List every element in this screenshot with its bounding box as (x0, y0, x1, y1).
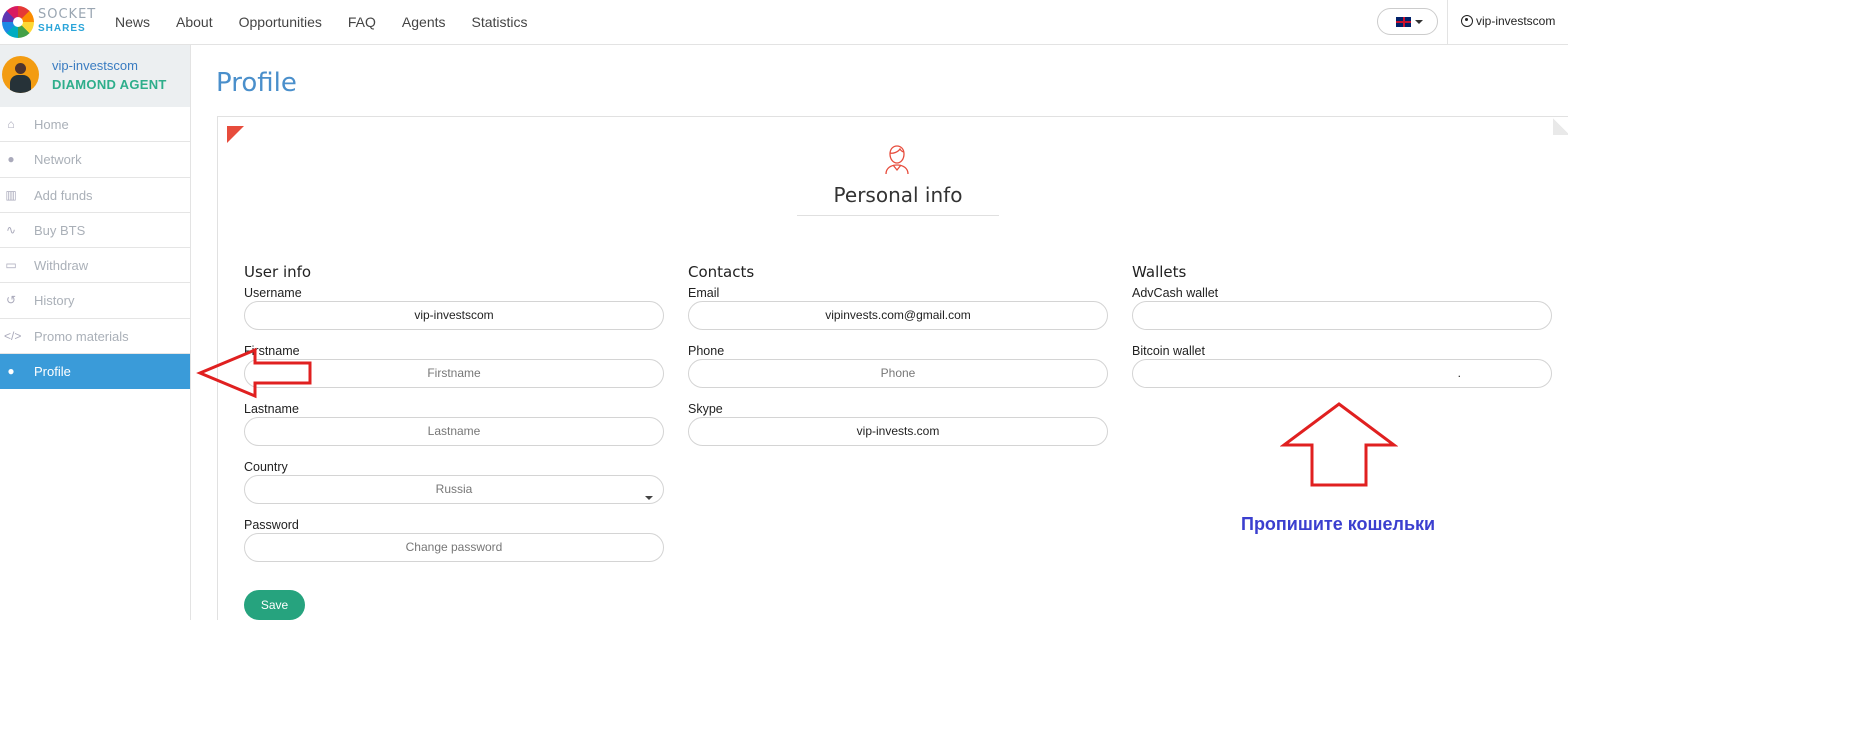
sidebar-item-home[interactable]: ⌂ Home (0, 107, 190, 143)
country-select[interactable]: Russia (244, 475, 664, 504)
user-circle-icon (1461, 15, 1473, 27)
nav-faq[interactable]: FAQ (348, 14, 376, 30)
sidebar-item-label: Buy BTS (34, 222, 86, 238)
up-arrow-annotation (1280, 402, 1398, 487)
sidebar-menu: ⌂ Home ● Network ▥ Add funds ∿ Buy BTS ▭… (0, 107, 190, 390)
users-icon: ● (7, 152, 15, 167)
save-button[interactable]: Save (244, 590, 305, 620)
top-navbar: SOCKET SHARES News About Opportunities F… (0, 0, 1568, 45)
panel-title: Personal info (833, 183, 963, 207)
personal-info-panel: Personal info User info Username vip-inv… (217, 116, 1568, 620)
username-label: Username (244, 286, 302, 300)
sidebar-item-withdraw[interactable]: ▭ Withdraw (0, 248, 190, 284)
credit-card-icon: ▭ (5, 258, 17, 273)
chevron-down-icon (1415, 20, 1423, 24)
advcash-wallet-label: AdvCash wallet (1132, 286, 1219, 300)
contacts-section: Contacts Email vipinvests.com@gmail.com … (688, 263, 1108, 460)
password-input[interactable]: Change password (244, 533, 664, 562)
sidebar-item-label: Add funds (34, 187, 93, 203)
wallet-note: Пропишите кошельки (1241, 514, 1436, 534)
home-icon: ⌂ (7, 117, 15, 131)
main-nav: News About Opportunities FAQ Agents Stat… (115, 14, 554, 30)
language-dropdown[interactable] (1377, 8, 1438, 35)
account-username: vip-investscom (1476, 14, 1556, 28)
nav-news[interactable]: News (115, 14, 150, 30)
email-field[interactable]: vipinvests.com@gmail.com (688, 301, 1108, 330)
bitcoin-wallet-input[interactable]: . (1132, 359, 1552, 388)
avatar (2, 56, 39, 93)
country-label: Country (244, 460, 288, 474)
person-icon (885, 145, 909, 175)
sidebar-item-network[interactable]: ● Network (0, 142, 190, 178)
nav-about[interactable]: About (176, 14, 213, 30)
phone-field[interactable]: Phone (688, 359, 1108, 388)
left-arrow-annotation (196, 347, 312, 399)
sidebar-item-buy-bts[interactable]: ∿ Buy BTS (0, 213, 190, 249)
contacts-heading: Contacts (688, 263, 755, 281)
sidebar-item-label: Promo materials (34, 328, 129, 344)
phone-label: Phone (688, 344, 725, 358)
user-info-section: User info Username vip-investscom Firstn… (244, 263, 664, 576)
lastname-input[interactable]: Lastname (244, 417, 664, 446)
sidebar-item-profile[interactable]: ● Profile (0, 354, 190, 390)
site-logo[interactable]: SOCKET SHARES (2, 5, 95, 39)
username-input[interactable]: vip-investscom (244, 301, 664, 330)
user-icon: ● (7, 364, 15, 379)
wallets-heading: Wallets (1132, 263, 1187, 281)
logo-wheel-icon (2, 6, 34, 38)
sidebar-item-promo-materials[interactable]: </> Promo materials (0, 319, 190, 355)
agent-rank: DIAMOND AGENT (52, 77, 167, 92)
sidebar-item-history[interactable]: ↺ History (0, 283, 190, 319)
nav-opportunities[interactable]: Opportunities (239, 14, 322, 30)
bank-icon: ▥ (5, 187, 17, 202)
sidebar-item-label: History (34, 293, 75, 309)
page-fold (1553, 117, 1568, 135)
nav-statistics[interactable]: Statistics (472, 14, 528, 30)
user-info-heading: User info (244, 263, 312, 281)
account-menu[interactable]: vip-investscom (1447, 0, 1568, 45)
skype-label: Skype (688, 402, 723, 416)
sidebar-item-label: Network (34, 152, 82, 168)
corner-marker (227, 126, 244, 143)
sidebar-item-label: Withdraw (34, 258, 89, 274)
agent-card: vip-investscom DIAMOND AGENT (0, 45, 190, 107)
chevron-down-icon (645, 496, 653, 500)
sidebar-item-add-funds[interactable]: ▥ Add funds (0, 178, 190, 213)
email-label: Email (688, 286, 720, 300)
logo-line1: SOCKET (38, 7, 97, 22)
password-label: Password (244, 518, 299, 532)
nav-agents[interactable]: Agents (402, 14, 446, 30)
panel-title-divider (797, 215, 999, 216)
page-title: Profile (216, 68, 297, 98)
sidebar: vip-investscom DIAMOND AGENT ⌂ Home ● Ne… (0, 45, 191, 620)
logo-line2: SHARES (38, 23, 86, 34)
chart-icon: ∿ (5, 222, 17, 237)
agent-name[interactable]: vip-investscom (52, 58, 138, 73)
sidebar-item-label: Home (34, 117, 69, 132)
history-icon: ↺ (5, 293, 17, 308)
advcash-wallet-input[interactable] (1132, 301, 1552, 330)
lastname-label: Lastname (244, 402, 299, 416)
skype-field[interactable]: vip-invests.com (688, 417, 1108, 446)
bitcoin-wallet-label: Bitcoin wallet (1132, 344, 1205, 358)
code-icon: </> (4, 328, 22, 343)
wallets-section: Wallets AdvCash wallet Bitcoin wallet . (1132, 263, 1552, 402)
sidebar-item-label: Profile (34, 364, 71, 380)
uk-flag-icon (1396, 17, 1411, 27)
